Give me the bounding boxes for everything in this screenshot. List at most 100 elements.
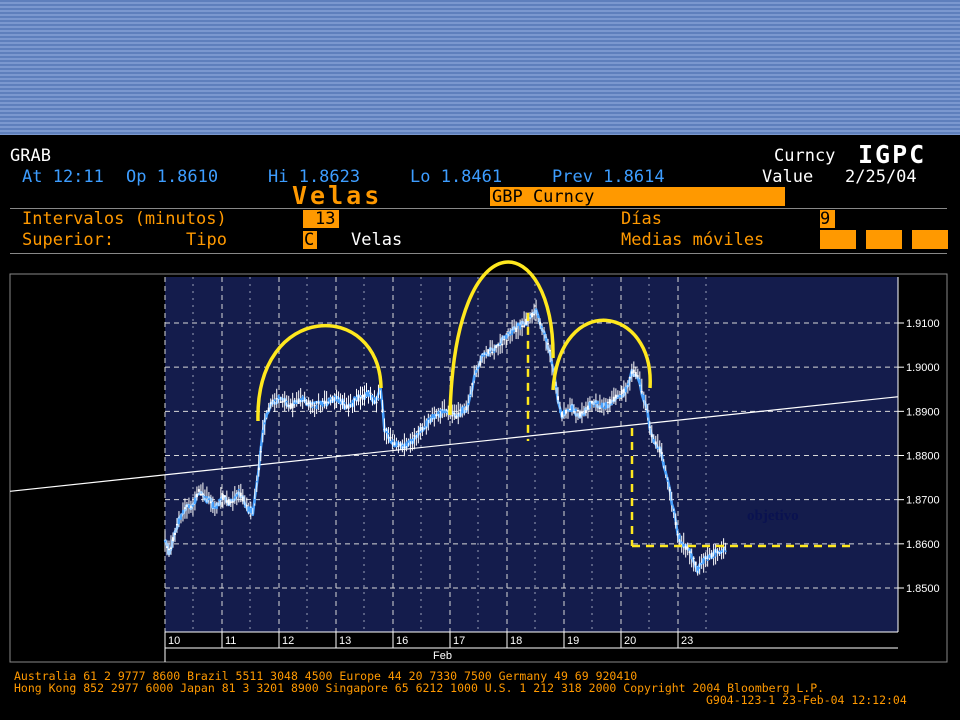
candle-body (576, 409, 579, 412)
candle-body (606, 401, 609, 404)
candle-body (700, 562, 703, 565)
moving-average-field-1[interactable] (820, 230, 856, 249)
candle-body (421, 426, 424, 431)
candle-body (471, 383, 474, 385)
candle-body (457, 412, 460, 415)
candle-body (373, 397, 376, 401)
x-tick-label: 17 (453, 635, 465, 647)
x-tick-label: 23 (681, 635, 693, 647)
candle-body (563, 409, 565, 415)
quote-open: Op 1.8610 (126, 167, 219, 187)
candle-body (570, 405, 573, 413)
candle-body (273, 399, 276, 402)
candle-body (209, 501, 212, 504)
function-code: IGPC (858, 140, 927, 169)
candle-body (261, 429, 264, 433)
candle-body (361, 394, 364, 400)
candle-body (265, 412, 268, 418)
candle-body (267, 407, 270, 412)
candle-body (515, 327, 518, 333)
days-field[interactable]: 9 (820, 210, 835, 228)
candle-body (465, 406, 468, 411)
candle-body (708, 554, 711, 558)
candle-body (592, 405, 595, 407)
candle-body (307, 400, 310, 404)
candle-body (185, 505, 188, 507)
moving-average-field-2[interactable] (866, 230, 902, 249)
candle-body (600, 402, 603, 408)
candle-body (501, 343, 504, 346)
candle-body (363, 393, 366, 397)
candle-body (604, 402, 607, 409)
candle-body (564, 409, 567, 414)
candle-body (539, 321, 542, 325)
candle-body (277, 394, 280, 399)
candle-body (299, 397, 302, 401)
candle-body (365, 392, 368, 398)
candle-body (317, 402, 320, 404)
candle-body (509, 334, 512, 336)
security-box[interactable]: GBP Curncy (490, 187, 785, 206)
candle-body (648, 426, 651, 428)
candle-body (213, 506, 216, 509)
candle-body (519, 324, 522, 330)
candle-body (239, 492, 242, 497)
candle-body (251, 514, 254, 516)
candle-body (485, 352, 488, 354)
x-axis: 10 11 12 13 16 17 18 19 20 23 Feb (164, 631, 898, 662)
candle-body (497, 344, 500, 346)
candle-body (315, 404, 318, 410)
candle-body (559, 409, 562, 413)
candle-body (443, 410, 446, 414)
candle-body (549, 349, 552, 352)
candle-body (333, 395, 336, 398)
candle-body (341, 400, 344, 406)
candle-body (596, 401, 599, 405)
y-tick-label: 1.9100 (906, 318, 940, 330)
candle-body (347, 405, 350, 409)
candle-body (630, 371, 633, 374)
candle-body (275, 397, 278, 400)
candle-body (624, 386, 627, 393)
candle-body (566, 408, 569, 411)
candle-body (720, 550, 723, 552)
value-label: Value (762, 167, 814, 187)
candle-body (614, 394, 617, 399)
candle-body (181, 510, 184, 514)
y-axis: 1.9100 1.9000 1.8900 1.8800 1.8700 1.8600 1.85… (897, 277, 940, 632)
candle-body (419, 431, 422, 433)
candle-body (241, 496, 244, 502)
type-code-field[interactable]: C (303, 231, 317, 249)
candle-body (724, 550, 727, 553)
interval-field[interactable]: 13 (303, 210, 339, 228)
candle-body (405, 441, 408, 447)
candle-body (221, 494, 224, 500)
candle-body (696, 566, 699, 571)
candle-body (435, 414, 438, 417)
candle-body (193, 497, 196, 505)
candle-body (586, 405, 589, 410)
candle-body (199, 493, 202, 496)
candle-body (197, 489, 200, 492)
candle-body (439, 409, 442, 411)
candle-body (690, 553, 693, 560)
candle-body (533, 313, 536, 316)
moving-average-field-3[interactable] (912, 230, 948, 249)
y-tick-label: 1.8500 (906, 583, 940, 595)
candle-body (397, 445, 400, 448)
candle-body (179, 514, 182, 520)
candle-body (588, 402, 591, 409)
candle-body (684, 546, 687, 550)
candle-body (543, 332, 546, 335)
candle-body (479, 361, 482, 366)
candle-body (399, 443, 402, 446)
days-value: 9 (820, 209, 831, 229)
objective-annotation: objetivo (747, 508, 799, 524)
x-tick-label: 20 (624, 635, 636, 647)
candle-body (383, 428, 386, 431)
candle-body (473, 375, 476, 381)
candle-body (692, 557, 695, 560)
candle-body (417, 430, 420, 433)
y-tick-label: 1.8800 (906, 451, 940, 463)
candle-body (171, 537, 174, 542)
